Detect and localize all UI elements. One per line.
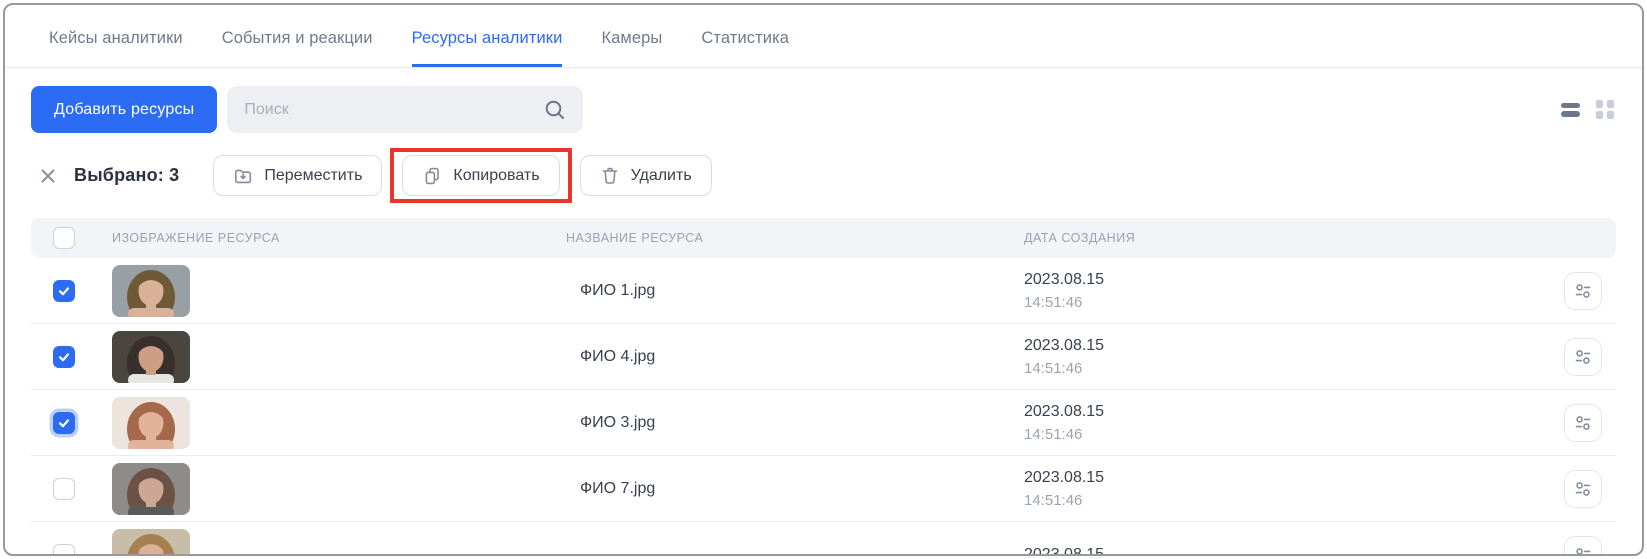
row-checkbox[interactable] (53, 544, 75, 557)
delete-button-label: Удалить (631, 167, 692, 185)
table-body: ФИО 1.jpg 2023.08.15 14:51:46 (31, 258, 1616, 556)
tab-1[interactable]: События и реакции (222, 29, 373, 67)
sliders-icon (1573, 347, 1593, 367)
resource-name: ФИО 4.jpg (546, 348, 1004, 366)
app-window: Кейсы аналитики События и реакции Ресурсы … (3, 3, 1644, 556)
row-checkbox[interactable] (53, 346, 75, 368)
time-value: 14:51:46 (1024, 489, 1556, 512)
table-row[interactable]: ФИО 1.jpg 2023.08.15 14:51:46 (31, 258, 1616, 324)
add-resources-button[interactable]: Добавить ресурсы (31, 86, 217, 133)
table-row[interactable]: ФИО 4.jpg 2023.08.15 14:51:46 (31, 324, 1616, 390)
view-toggles (1561, 100, 1617, 119)
time-value: 14:51:46 (1024, 291, 1556, 314)
resource-name: ФИО 3.jpg (546, 414, 1004, 432)
toolbar: Добавить ресурсы (31, 86, 1616, 133)
resource-thumbnail[interactable] (112, 529, 190, 557)
table-header: ИЗОБРАЖЕНИЕ РЕСУРСА НАЗВАНИЕ РЕСУРСА ДАТ… (31, 218, 1616, 258)
row-checkbox[interactable] (53, 478, 75, 500)
search-icon (544, 99, 566, 121)
search-box[interactable] (227, 86, 583, 133)
column-header-name: НАЗВАНИЕ РЕСУРСА (546, 231, 1004, 245)
date-value: 2023.08.15 (1024, 400, 1556, 423)
resource-thumbnail[interactable] (112, 463, 190, 515)
move-button[interactable]: Переместить (213, 155, 382, 196)
folder-move-icon (233, 166, 253, 186)
time-value: 14:51:46 (1024, 423, 1556, 446)
search-input[interactable] (244, 101, 544, 119)
row-checkbox[interactable] (53, 280, 75, 302)
table-row[interactable]: ФИО 3.jpg 2023.08.15 14:51:46 (31, 390, 1616, 456)
trash-icon (600, 166, 620, 186)
time-value: 14:51:46 (1024, 357, 1556, 380)
tab-2-active[interactable]: Ресурсы аналитики (412, 29, 563, 67)
resource-thumbnail[interactable] (112, 331, 190, 383)
grid-view-icon[interactable] (1596, 100, 1615, 119)
sliders-icon (1573, 479, 1593, 499)
resource-thumbnail[interactable] (112, 265, 190, 317)
resources-table: ИЗОБРАЖЕНИЕ РЕСУРСА НАЗВАНИЕ РЕСУРСА ДАТ… (31, 218, 1616, 556)
creation-date: 2023.08.15 14:51:46 (1004, 268, 1556, 314)
row-checkbox[interactable] (53, 412, 75, 434)
sliders-icon (1573, 413, 1593, 433)
list-view-icon[interactable] (1561, 103, 1580, 117)
creation-date: 2023.08.15 14:51:46 (1004, 334, 1556, 380)
resource-name: ФИО 7.jpg (546, 480, 1004, 498)
date-value: 2023.08.15 (1024, 466, 1556, 489)
column-header-date: ДАТА СОЗДАНИЯ (1004, 231, 1556, 245)
copy-icon (422, 166, 442, 186)
row-settings-button[interactable] (1564, 536, 1602, 557)
selection-actions: Переместить Копировать (213, 148, 711, 203)
move-button-label: Переместить (264, 167, 362, 185)
tab-4[interactable]: Статистика (701, 29, 789, 67)
resource-thumbnail[interactable] (112, 397, 190, 449)
select-all-checkbox[interactable] (53, 227, 75, 249)
delete-button[interactable]: Удалить (580, 155, 712, 196)
row-settings-button[interactable] (1564, 404, 1602, 442)
date-value: 2023.08.15 (1024, 334, 1556, 357)
row-settings-button[interactable] (1564, 338, 1602, 376)
sliders-icon (1573, 545, 1593, 557)
date-value: 2023.08.15 (1024, 543, 1556, 556)
tab-0[interactable]: Кейсы аналитики (49, 29, 183, 67)
sliders-icon (1573, 281, 1593, 301)
resource-name: ФИО 1.jpg (546, 282, 1004, 300)
copy-button-label: Копировать (453, 167, 539, 185)
tab-bar: Кейсы аналитики События и реакции Ресурсы … (5, 5, 1642, 68)
creation-date: 2023.08.15 (1004, 543, 1556, 556)
column-header-image: ИЗОБРАЖЕНИЕ РЕСУРСА (86, 231, 546, 245)
creation-date: 2023.08.15 14:51:46 (1004, 400, 1556, 446)
tab-3[interactable]: Камеры (601, 29, 662, 67)
screenshot-stage: Кейсы аналитики События и реакции Ресурсы … (0, 0, 1647, 559)
table-row[interactable]: 2023.08.15 (31, 522, 1616, 556)
selection-bar: Выбрано: 3 Переместить (31, 145, 1616, 206)
date-value: 2023.08.15 (1024, 268, 1556, 291)
copy-button[interactable]: Копировать (402, 155, 559, 196)
creation-date: 2023.08.15 14:51:46 (1004, 466, 1556, 512)
selected-count-label: Выбрано: 3 (74, 165, 179, 186)
row-settings-button[interactable] (1564, 272, 1602, 310)
red-annotation-box: Копировать (390, 148, 571, 203)
close-icon[interactable] (39, 167, 57, 185)
table-row[interactable]: ФИО 7.jpg 2023.08.15 14:51:46 (31, 456, 1616, 522)
row-settings-button[interactable] (1564, 470, 1602, 508)
